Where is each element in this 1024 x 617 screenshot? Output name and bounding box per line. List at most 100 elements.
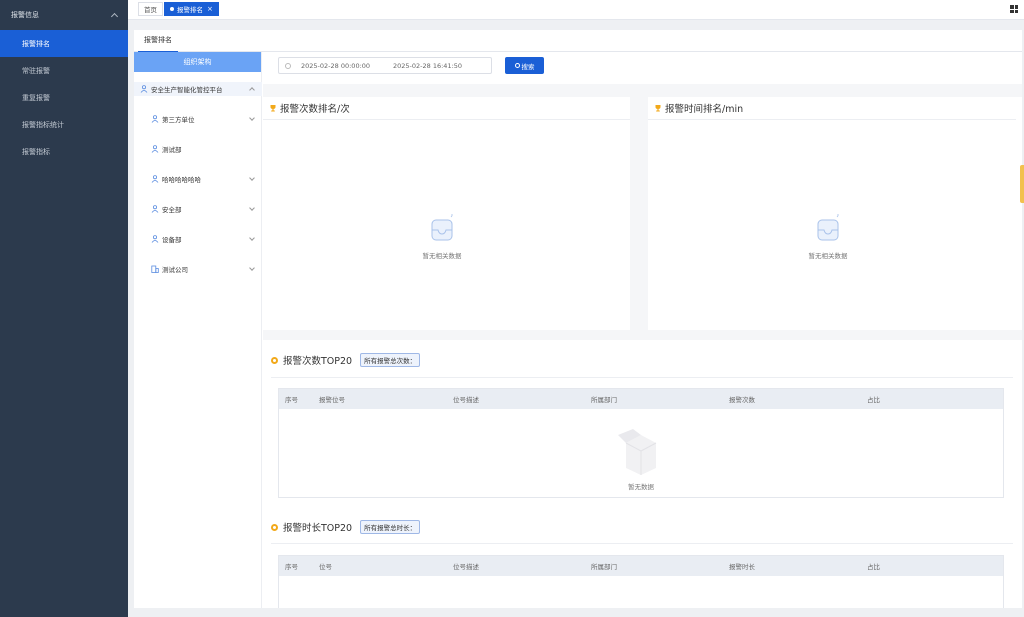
page-tab-bar: 报警排名 bbox=[134, 30, 1022, 52]
tree-node-label: 测试公司 bbox=[162, 266, 188, 274]
top-count-table: 序号 报警位号 位号描述 所属部门 报警次数 占比 暂无数据 bbox=[278, 388, 1004, 498]
column-header: 所属部门 bbox=[591, 396, 617, 404]
column-header: 位号描述 bbox=[453, 396, 479, 404]
rank-time-title-row: 报警时间排名/min bbox=[654, 101, 743, 115]
section-gap bbox=[263, 330, 1022, 340]
search-button-label: 搜索 bbox=[521, 62, 535, 71]
chevron-up-icon bbox=[110, 12, 119, 21]
search-icon bbox=[514, 63, 520, 68]
column-header: 位号描述 bbox=[453, 563, 479, 571]
start-date-field[interactable]: 2025-02-28 00:00:00 bbox=[301, 62, 371, 70]
tree-node-label: 安全部 bbox=[162, 206, 182, 214]
divider bbox=[648, 119, 1016, 120]
column-header: 占比 bbox=[867, 563, 880, 571]
empty-state-label: 暂无相关数据 bbox=[808, 252, 848, 260]
section-gap bbox=[263, 84, 1022, 97]
tab-home-label: 首页 bbox=[144, 6, 157, 14]
org-icon bbox=[151, 115, 159, 123]
org-tree-header: 组织架构 bbox=[134, 52, 261, 72]
tree-node-label: 第三方单位 bbox=[162, 116, 195, 124]
empty-state-label: 暂无相关数据 bbox=[422, 252, 462, 260]
end-date-field[interactable]: 2025-02-28 16:41:50 bbox=[393, 62, 463, 70]
chevron-down-icon[interactable] bbox=[249, 265, 255, 271]
tab-alarm-ranking[interactable]: 报警排名 × bbox=[164, 2, 219, 16]
org-tree: 组织架构 安全生产智能化管控平台 第三方单位 测试部 哈哈哈哈哈哈 安全部 设备… bbox=[134, 52, 262, 608]
column-header: 序号 bbox=[285, 563, 298, 571]
rank-count-card: 报警次数排名/次 暂无相关数据 bbox=[263, 97, 630, 330]
main-panel: 报警排名 组织架构 安全生产智能化管控平台 第三方单位 测试部 哈哈哈哈哈哈 安… bbox=[134, 30, 1022, 608]
scroll-handle[interactable] bbox=[1020, 165, 1024, 203]
empty-state: 暂无数据 bbox=[279, 413, 1003, 491]
tree-node-hahaha[interactable]: 哈哈哈哈哈哈 bbox=[134, 172, 262, 186]
rank-time-title: 报警时间排名/min bbox=[665, 104, 744, 115]
sidebar-group-title: 报警信息 bbox=[11, 11, 39, 19]
org-icon bbox=[151, 145, 159, 153]
medal-icon bbox=[271, 523, 278, 531]
chevron-down-icon[interactable] bbox=[249, 235, 255, 241]
tab-home[interactable]: 首页 bbox=[138, 2, 163, 16]
column-header: 占比 bbox=[867, 396, 880, 404]
sidebar-item-label: 报警指标统计 bbox=[22, 120, 64, 129]
sidebar-item-persistent-alarm[interactable]: 常驻报警 bbox=[0, 57, 128, 84]
trophy-icon bbox=[269, 104, 277, 112]
search-button[interactable]: 搜索 bbox=[505, 57, 544, 74]
medal-icon bbox=[271, 356, 278, 364]
column-header: 位号 bbox=[319, 563, 332, 571]
tree-node-equipment-dept[interactable]: 设备部 bbox=[134, 232, 262, 246]
empty-state: 暂无相关数据 bbox=[788, 210, 868, 260]
tree-node-root[interactable]: 安全生产智能化管控平台 bbox=[134, 82, 262, 96]
sidebar-item-alarm-ranking[interactable]: 报警排名 bbox=[0, 30, 128, 57]
grid-menu-icon[interactable] bbox=[1010, 5, 1018, 13]
column-header: 所属部门 bbox=[591, 563, 617, 571]
top-time-title-row: 报警时长TOP20 所有报警总时长： bbox=[271, 520, 421, 534]
top-time-table: 序号 位号 位号描述 所属部门 报警时长 占比 bbox=[278, 555, 1004, 608]
tree-node-test-company[interactable]: 测试公司 bbox=[134, 262, 262, 276]
chevron-down-icon[interactable] bbox=[249, 205, 255, 211]
org-icon bbox=[151, 175, 159, 183]
tree-node-label: 测试部 bbox=[162, 146, 182, 154]
empty-state: 暂无相关数据 bbox=[402, 210, 482, 260]
sidebar-item-alarm-metric-stats[interactable]: 报警指标统计 bbox=[0, 111, 128, 138]
top-time-badge: 所有报警总时长： bbox=[360, 520, 421, 534]
rank-count-title: 报警次数排名/次 bbox=[280, 104, 350, 115]
date-range-picker[interactable]: 2025-02-28 00:00:00 2025-02-28 16:41:50 bbox=[278, 57, 492, 74]
top-count-title-row: 报警次数TOP20 所有报警总次数： bbox=[271, 353, 421, 367]
tree-node-third-party[interactable]: 第三方单位 bbox=[134, 112, 262, 126]
chevron-down-icon[interactable] bbox=[249, 175, 255, 181]
column-header: 报警次数 bbox=[729, 396, 755, 404]
divider bbox=[271, 543, 1013, 544]
tab-bar: 首页 报警排名 × bbox=[128, 0, 1024, 20]
page-tab-alarm-ranking[interactable]: 报警排名 bbox=[138, 30, 178, 52]
clock-icon bbox=[285, 62, 291, 69]
empty-state-label: 暂无数据 bbox=[628, 483, 654, 491]
tree-node-test-dept[interactable]: 测试部 bbox=[134, 142, 262, 156]
sidebar-group-alarm-info[interactable]: 报警信息 bbox=[0, 0, 128, 30]
org-icon bbox=[140, 85, 148, 93]
active-dot-icon bbox=[170, 7, 174, 11]
sidebar-item-repeat-alarm[interactable]: 重复报警 bbox=[0, 84, 128, 111]
trophy-icon bbox=[654, 104, 662, 112]
tree-node-label: 哈哈哈哈哈哈 bbox=[162, 176, 201, 184]
top-count-badge: 所有报警总次数： bbox=[360, 353, 421, 367]
chevron-up-icon[interactable] bbox=[249, 87, 255, 93]
chevron-down-icon[interactable] bbox=[249, 115, 255, 121]
close-icon[interactable]: × bbox=[207, 5, 213, 13]
org-icon bbox=[151, 235, 159, 243]
sidebar-item-label: 报警排名 bbox=[22, 39, 50, 48]
column-header: 报警位号 bbox=[319, 396, 345, 404]
table-header: 序号 位号 位号描述 所属部门 报警时长 占比 bbox=[279, 556, 1003, 576]
divider bbox=[263, 119, 630, 120]
sidebar-item-label: 报警指标 bbox=[22, 147, 50, 156]
section-gap bbox=[630, 97, 648, 330]
empty-inbox-icon bbox=[810, 210, 846, 246]
rank-time-card: 报警时间排名/min 暂无相关数据 bbox=[648, 97, 1022, 330]
sidebar: 报警信息 报警排名 常驻报警 重复报警 报警指标统计 报警指标 bbox=[0, 0, 128, 617]
column-header: 报警时长 bbox=[729, 563, 755, 571]
sidebar-item-label: 常驻报警 bbox=[22, 66, 50, 75]
sidebar-item-alarm-metrics[interactable]: 报警指标 bbox=[0, 138, 128, 165]
tree-node-safety-dept[interactable]: 安全部 bbox=[134, 202, 262, 216]
tree-node-label: 设备部 bbox=[162, 236, 182, 244]
empty-box-icon bbox=[618, 429, 657, 475]
top-count-title: 报警次数TOP20 bbox=[283, 356, 353, 367]
tree-node-label: 安全生产智能化管控平台 bbox=[151, 86, 223, 94]
